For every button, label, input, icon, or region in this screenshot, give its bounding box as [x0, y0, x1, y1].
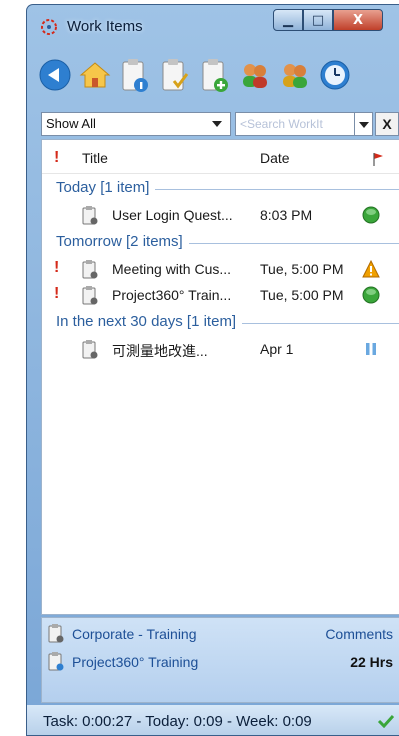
item-date: Tue, 5:00 PM: [260, 261, 344, 277]
task-clipboard-icon: [82, 286, 98, 305]
group-label: Today [1 item]: [56, 179, 156, 196]
task-check-button[interactable]: [159, 56, 191, 94]
task-info-button[interactable]: [119, 56, 151, 94]
date-column-header[interactable]: Date: [260, 150, 290, 166]
task-clipboard-icon: [48, 624, 64, 643]
group-label: In the next 30 days [1 item]: [56, 313, 243, 330]
close-button[interactable]: X: [333, 9, 383, 31]
item-date: Tue, 5:00 PM: [260, 287, 344, 303]
task-clipboard-icon: [82, 260, 98, 279]
priority-marker: !: [54, 285, 60, 302]
group-header-tomorrow[interactable]: Tomorrow [2 items]: [42, 228, 399, 256]
task-info-icon: [122, 59, 148, 92]
window-title: Work Items: [67, 18, 143, 35]
task-check-icon: [162, 59, 189, 91]
search-input[interactable]: [235, 112, 355, 136]
hours-value: 22 Hrs: [350, 654, 393, 670]
title-column-header[interactable]: Title: [82, 150, 108, 166]
comments-link[interactable]: Comments: [325, 626, 393, 642]
users-gold-icon: [283, 64, 307, 88]
minimize-button[interactable]: ▁: [273, 9, 303, 31]
show-filter-value: Show All: [46, 116, 96, 131]
status-green-icon: [362, 206, 380, 224]
priority-marker: !: [54, 259, 60, 276]
app-logo-icon: [41, 19, 57, 35]
item-title: 可測量地改進...: [112, 343, 208, 359]
users-button[interactable]: [239, 56, 271, 94]
time-summary: Task: 0:00:27 - Today: 0:09 - Week: 0:09: [43, 713, 312, 730]
item-date: Apr 1: [260, 341, 294, 357]
clock-icon: [320, 60, 350, 90]
maximize-button[interactable]: □: [303, 9, 333, 31]
home-button[interactable]: [79, 56, 111, 94]
task-add-button[interactable]: [199, 56, 231, 94]
show-filter-select[interactable]: Show All: [41, 112, 231, 136]
pause-icon: [366, 343, 376, 355]
task-name: Project360° Training: [72, 654, 199, 670]
work-item-row[interactable]: User Login Quest... 8:03 PM: [42, 202, 399, 228]
details-panel: Corporate - Training Comments Project360…: [41, 617, 399, 703]
warning-icon: [362, 260, 380, 278]
priority-column-icon[interactable]: !: [54, 149, 59, 167]
users-gold-button[interactable]: [279, 56, 311, 94]
group-header-today[interactable]: Today [1 item]: [42, 174, 399, 202]
status-green-icon: [362, 286, 380, 304]
task-info-icon: [48, 652, 64, 671]
group-label: Tomorrow [2 items]: [56, 233, 189, 250]
chevron-down-icon: [212, 121, 222, 127]
item-title: Project360° Train...: [112, 287, 232, 303]
clear-search-button[interactable]: X: [375, 112, 399, 136]
list-header: ! Title Date: [42, 140, 399, 174]
search-dropdown-button[interactable]: [355, 112, 373, 136]
check-icon[interactable]: [377, 714, 395, 728]
status-bar: Task: 0:00:27 - Today: 0:09 - Week: 0:09: [27, 705, 399, 735]
work-item-row[interactable]: ! Project360° Train... Tue, 5:00 PM: [42, 282, 399, 308]
item-date: 8:03 PM: [260, 207, 313, 223]
item-title: User Login Quest...: [112, 207, 233, 223]
item-title: Meeting with Cus...: [112, 261, 232, 277]
task-clipboard-icon: [82, 206, 98, 225]
work-items-list[interactable]: ! Title Date Today [1 item] User Login Q…: [41, 139, 399, 615]
title-bar[interactable]: Work Items ▁ □ X: [27, 5, 399, 45]
back-button[interactable]: [39, 56, 71, 94]
details-row-project[interactable]: Corporate - Training Comments: [42, 618, 399, 646]
toolbar: [27, 49, 399, 101]
flag-column-icon[interactable]: [372, 152, 384, 166]
task-clipboard-icon: [82, 340, 98, 359]
details-row-task[interactable]: Project360° Training 22 Hrs: [42, 646, 399, 674]
clock-button[interactable]: [319, 56, 351, 94]
work-item-row[interactable]: 可測量地改進... Apr 1: [42, 336, 399, 362]
work-item-row[interactable]: ! Meeting with Cus... Tue, 5:00 PM: [42, 256, 399, 282]
project-name: Corporate - Training: [72, 626, 197, 642]
back-icon: [39, 59, 71, 91]
window-controls: ▁ □ X: [273, 9, 383, 31]
users-icon: [243, 64, 267, 88]
group-header-next-30-days[interactable]: In the next 30 days [1 item]: [42, 308, 399, 336]
filter-bar: Show All X: [41, 112, 399, 136]
home-icon: [79, 62, 111, 88]
task-add-icon: [202, 59, 228, 92]
work-items-window: Work Items ▁ □ X Show All <Search WorkIt…: [26, 4, 399, 736]
